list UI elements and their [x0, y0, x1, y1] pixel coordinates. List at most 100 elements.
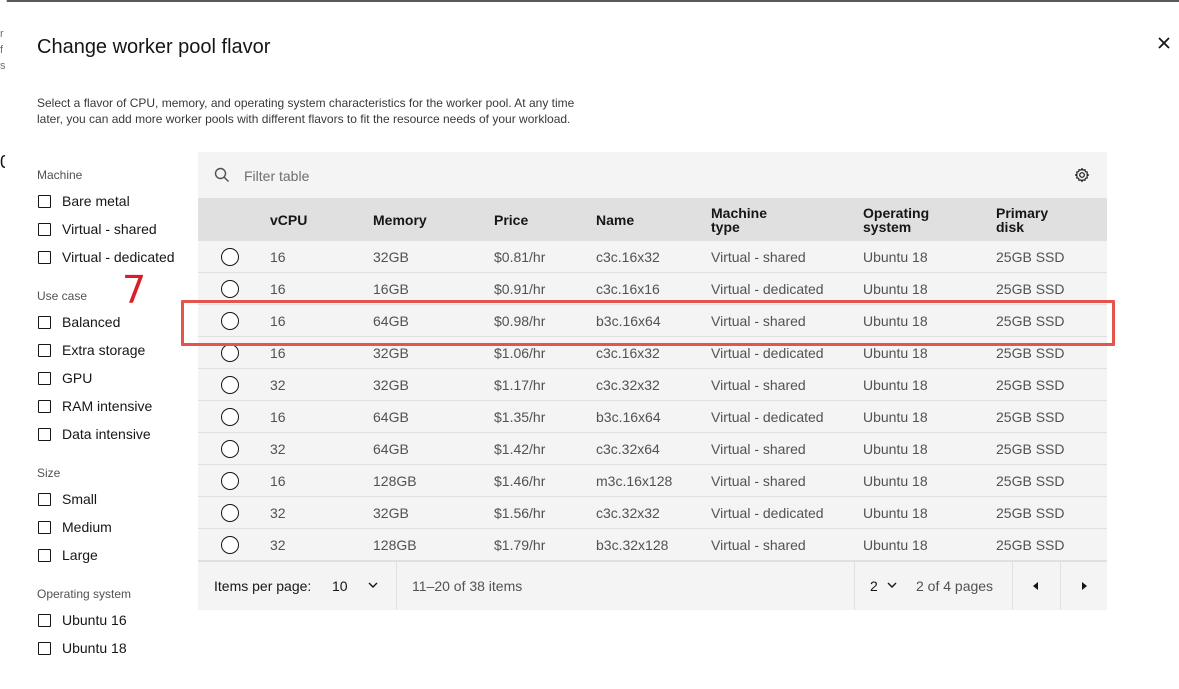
checkbox[interactable]: [38, 399, 51, 413]
row-radio-button[interactable]: [221, 504, 239, 522]
table-row[interactable]: 16 32GB $1.06/hr c3c.16x32 Virtual - dedicat…: [198, 337, 1107, 369]
header-memory[interactable]: Memory: [373, 198, 427, 241]
filter-checkbox-small[interactable]: Small: [38, 489, 97, 509]
filter-checkbox-balanced[interactable]: Balanced: [38, 312, 120, 332]
checkbox[interactable]: [38, 194, 51, 208]
row-radio-button[interactable]: [221, 312, 239, 330]
items-per-page-select[interactable]: 10: [332, 578, 348, 594]
filter-checkbox-ram-intensive[interactable]: RAM intensive: [38, 396, 152, 416]
row-radio-button[interactable]: [221, 472, 239, 490]
next-page-button[interactable]: [1060, 562, 1107, 610]
cell-primary-disk: 25GB SSD: [996, 473, 1065, 489]
cell-vcpu: 16: [270, 249, 286, 265]
cell-operating-system: Ubuntu 18: [863, 505, 928, 521]
cell-memory: 32GB: [373, 505, 409, 521]
cell-machine-type: Virtual - shared: [711, 377, 806, 393]
table-row[interactable]: 16 32GB $0.81/hr c3c.16x32 Virtual - shared U…: [198, 241, 1107, 273]
table-row[interactable]: 32 128GB $1.79/hr b3c.32x128 Virtual - share…: [198, 529, 1107, 561]
filter-checkbox-data-intensive[interactable]: Data intensive: [38, 424, 151, 444]
table-row[interactable]: 32 32GB $1.17/hr c3c.32x32 Virtual - shared U…: [198, 369, 1107, 401]
row-radio-button[interactable]: [221, 344, 239, 362]
checkbox[interactable]: [38, 492, 51, 506]
checkbox-label: RAM intensive: [62, 398, 153, 414]
cell-memory: 64GB: [373, 441, 409, 457]
cell-operating-system: Ubuntu 18: [863, 473, 928, 489]
filter-checkbox-large[interactable]: Large: [38, 545, 98, 565]
table-row[interactable]: 16 64GB $1.35/hr b3c.16x64 Virtual - dedicat…: [198, 401, 1107, 433]
cell-operating-system: Ubuntu 18: [863, 537, 928, 553]
cell-name: c3c.32x64: [596, 441, 660, 457]
cell-primary-disk: 25GB SSD: [996, 313, 1065, 329]
cell-price: $1.17/hr: [494, 377, 546, 393]
header-vcpu[interactable]: vCPU: [270, 198, 307, 241]
checkbox[interactable]: [38, 371, 51, 385]
checkbox-label: GPU: [62, 370, 93, 386]
checkbox[interactable]: [38, 250, 51, 264]
checkbox[interactable]: [38, 427, 51, 441]
filter-group-use-case-title: Use case: [37, 289, 88, 303]
previous-page-button[interactable]: [1012, 562, 1060, 610]
background-fragment: r: [0, 28, 4, 40]
chevron-down-icon[interactable]: [368, 581, 378, 589]
cell-primary-disk: 25GB SSD: [996, 249, 1065, 265]
row-radio-button[interactable]: [221, 280, 239, 298]
filter-checkbox-medium[interactable]: Medium: [38, 517, 112, 537]
divider: [854, 562, 855, 610]
cell-price: $0.91/hr: [494, 281, 546, 297]
page-select[interactable]: 2: [870, 578, 878, 594]
checkbox[interactable]: [38, 315, 51, 329]
checkbox[interactable]: [38, 343, 51, 357]
header-name[interactable]: Name: [596, 198, 634, 241]
cell-vcpu: 16: [270, 281, 286, 297]
close-button[interactable]: [1153, 32, 1175, 54]
filter-checkbox-bare-metal[interactable]: Bare metal: [38, 191, 130, 211]
header-price[interactable]: Price: [494, 198, 528, 241]
cell-name: b3c.16x64: [596, 409, 661, 425]
checkbox-label: Data intensive: [62, 426, 151, 442]
cell-name: c3c.32x32: [596, 377, 660, 393]
cell-operating-system: Ubuntu 18: [863, 249, 928, 265]
checkbox-label: Ubuntu 16: [62, 612, 127, 628]
checkbox[interactable]: [38, 520, 51, 534]
row-radio-button[interactable]: [221, 536, 239, 554]
filter-checkbox-virtual-dedicated[interactable]: Virtual - dedicated: [38, 247, 175, 267]
cell-vcpu: 32: [270, 441, 286, 457]
header-machine-type[interactable]: Machine type: [711, 198, 767, 241]
pagination: Items per page: 10 11–20 of 38 items 2 2…: [198, 561, 1107, 610]
table-row[interactable]: 16 64GB $0.98/hr b3c.16x64 Virtual - shared U…: [198, 305, 1107, 337]
filter-checkbox-gpu[interactable]: GPU: [38, 368, 92, 388]
checkbox[interactable]: [38, 548, 51, 562]
cell-name: c3c.16x32: [596, 249, 660, 265]
checkbox[interactable]: [38, 222, 51, 236]
filter-checkbox-ubuntu-16[interactable]: Ubuntu 16: [38, 610, 127, 630]
filter-table-input[interactable]: [242, 162, 1026, 190]
header-primary-disk[interactable]: Primary disk: [996, 198, 1048, 241]
filter-group-machine-title: Machine: [37, 168, 83, 182]
table-row[interactable]: 32 32GB $1.56/hr c3c.32x32 Virtual - dedicat…: [198, 497, 1107, 529]
filter-checkbox-extra-storage[interactable]: Extra storage: [38, 340, 145, 360]
chevron-down-icon[interactable]: [887, 581, 897, 589]
gear-icon[interactable]: [1074, 167, 1090, 183]
table-row[interactable]: 16 128GB $1.46/hr m3c.16x128 Virtual - share…: [198, 465, 1107, 497]
divider: [396, 562, 397, 610]
filter-checkbox-virtual-shared[interactable]: Virtual - shared: [38, 219, 157, 239]
table-row[interactable]: 16 16GB $0.91/hr c3c.16x16 Virtual - dedicat…: [198, 273, 1107, 305]
row-radio-button[interactable]: [221, 408, 239, 426]
background-fragment: f: [0, 44, 4, 56]
row-radio-button[interactable]: [221, 376, 239, 394]
header-line: system: [863, 218, 912, 235]
row-radio-button[interactable]: [221, 440, 239, 458]
checkbox-label: Medium: [62, 519, 112, 535]
header-operating-system[interactable]: Operating system: [863, 198, 929, 241]
row-radio-button[interactable]: [221, 248, 239, 266]
cell-vcpu: 32: [270, 505, 286, 521]
cell-vcpu: 16: [270, 473, 286, 489]
checkbox-label: Bare metal: [62, 193, 130, 209]
table-row[interactable]: 32 64GB $1.42/hr c3c.32x64 Virtual - shared U…: [198, 433, 1107, 465]
cell-operating-system: Ubuntu 18: [863, 281, 928, 297]
checkbox[interactable]: [38, 641, 51, 655]
checkbox[interactable]: [38, 613, 51, 627]
cell-machine-type: Virtual - dedicated: [711, 345, 824, 361]
caret-left-icon: [1033, 582, 1038, 590]
filter-checkbox-ubuntu-18[interactable]: Ubuntu 18: [38, 638, 127, 658]
